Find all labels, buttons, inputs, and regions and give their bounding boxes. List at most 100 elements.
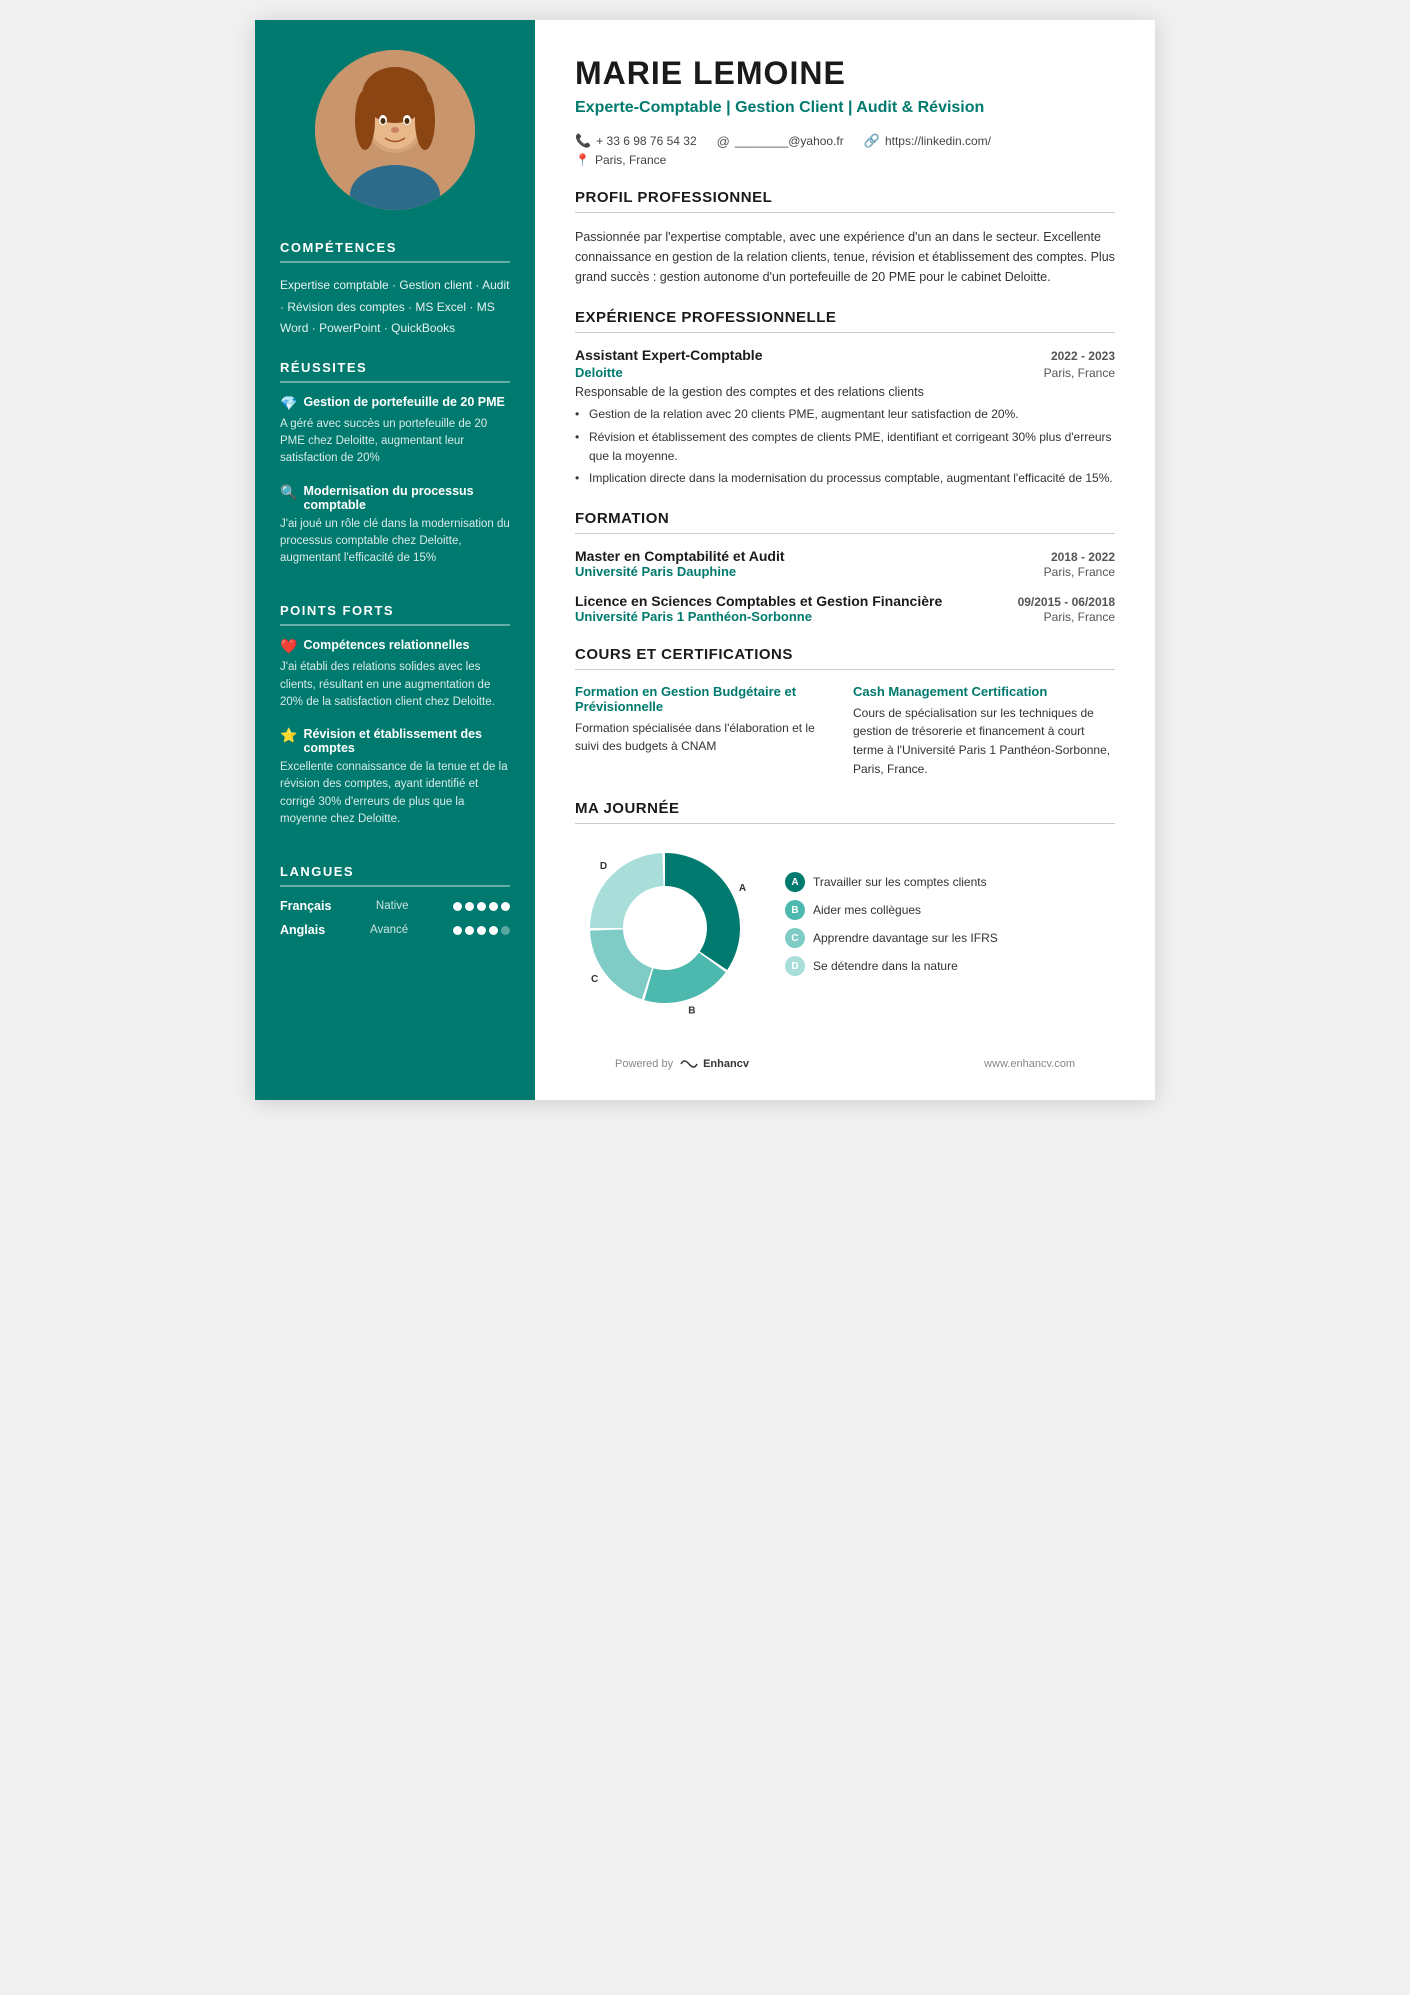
- lang-dot: [453, 926, 462, 935]
- lang-dot: [489, 926, 498, 935]
- footer: Powered by Enhancv www.enhancv.com: [575, 1038, 1115, 1070]
- achievement-item: 🔍Modernisation du processus comptable J'…: [280, 484, 510, 568]
- experience-item: Assistant Expert-Comptable 2022 - 2023 D…: [575, 347, 1115, 487]
- degree-date: 2018 - 2022: [1051, 550, 1115, 564]
- lang-dot: [501, 902, 510, 911]
- certifications-title: COURS ET CERTIFICATIONS: [575, 646, 1115, 670]
- linkedin-icon: 🔗: [864, 133, 880, 149]
- legend-item: D Se détendre dans la nature: [785, 956, 998, 976]
- formation-item: Licence en Sciences Comptables et Gestio…: [575, 593, 1115, 624]
- contact-phone: 📞 + 33 6 98 76 54 32: [575, 133, 697, 149]
- lang-dots: [453, 926, 510, 935]
- lang-dot: [501, 926, 510, 935]
- journee-section: MA JOURNÉE ABCD A Travailler sur les com…: [575, 800, 1115, 1018]
- legend-text: Apprendre davantage sur les IFRS: [813, 931, 998, 945]
- formation-section: FORMATION Master en Comptabilité et Audi…: [575, 510, 1115, 624]
- reussites-title: RÉUSSITES: [280, 360, 510, 383]
- cert-desc: Formation spécialisée dans l'élaboration…: [575, 719, 837, 756]
- location-icon: 📍: [575, 153, 590, 167]
- journee-content: ABCD A Travailler sur les comptes client…: [575, 838, 1115, 1018]
- legend-item: A Travailler sur les comptes clients: [785, 872, 998, 892]
- cert-desc: Cours de spécialisation sur les techniqu…: [853, 704, 1115, 778]
- languages-list: Français Native Anglais Avancé: [280, 899, 510, 937]
- job-date: 2022 - 2023: [1051, 349, 1115, 363]
- certifications-list: Formation en Gestion Budgétaire et Prévi…: [575, 684, 1115, 778]
- svg-text:B: B: [688, 1006, 695, 1017]
- degree-date: 09/2015 - 06/2018: [1018, 595, 1115, 609]
- contact-location: 📍 Paris, France: [575, 153, 1115, 167]
- lang-dot: [465, 926, 474, 935]
- header: MARIE LEMOINE Experte-Comptable | Gestio…: [575, 55, 1115, 167]
- formation-title: FORMATION: [575, 510, 1115, 534]
- main-content: MARIE LEMOINE Experte-Comptable | Gestio…: [535, 20, 1155, 1100]
- bullet-item: Gestion de la relation avec 20 clients P…: [575, 405, 1115, 424]
- profil-title: PROFIL PROFESSIONNEL: [575, 189, 1115, 213]
- strength-item: ❤️Compétences relationnelles J'ai établi…: [280, 638, 510, 711]
- legend-text: Travailler sur les comptes clients: [813, 875, 987, 889]
- competences-section: COMPÉTENCES Expertise comptable · Gestio…: [255, 240, 535, 360]
- svg-text:C: C: [591, 974, 598, 985]
- legend-item: B Aider mes collègues: [785, 900, 998, 920]
- cert-item: Cash Management Certification Cours de s…: [853, 684, 1115, 778]
- formation-list: Master en Comptabilité et Audit 2018 - 2…: [575, 548, 1115, 624]
- school-location: Paris, France: [1044, 610, 1115, 624]
- school-name: Université Paris Dauphine: [575, 564, 736, 579]
- footer-left: Powered by Enhancv: [615, 1058, 749, 1070]
- profil-section: PROFIL PROFESSIONNEL Passionnée par l'ex…: [575, 189, 1115, 287]
- lang-dot: [465, 902, 474, 911]
- legend-text: Se détendre dans la nature: [813, 959, 958, 973]
- school-location: Paris, France: [1044, 565, 1115, 579]
- contact-email: @ ________@yahoo.fr: [717, 133, 844, 149]
- svg-text:D: D: [600, 861, 607, 872]
- job-location: Paris, France: [1044, 366, 1115, 380]
- competences-title: COMPÉTENCES: [280, 240, 510, 263]
- competences-text: Expertise comptable · Gestion client · A…: [280, 275, 510, 340]
- formation-item: Master en Comptabilité et Audit 2018 - 2…: [575, 548, 1115, 579]
- legend-badge: A: [785, 872, 805, 892]
- legend-text: Aider mes collègues: [813, 903, 921, 917]
- legend-badge: D: [785, 956, 805, 976]
- lang-dot: [477, 926, 486, 935]
- brand-name: Enhancv: [703, 1058, 749, 1070]
- lang-dot: [477, 902, 486, 911]
- strengths-list: ❤️Compétences relationnelles J'ai établi…: [280, 638, 510, 828]
- journee-title: MA JOURNÉE: [575, 800, 1115, 824]
- company-name: Deloitte: [575, 365, 623, 380]
- profil-text: Passionnée par l'expertise comptable, av…: [575, 227, 1115, 287]
- contact-linkedin: 🔗 https://linkedin.com/: [864, 133, 991, 149]
- lang-name: Français: [280, 899, 331, 913]
- experience-list: Assistant Expert-Comptable 2022 - 2023 D…: [575, 347, 1115, 487]
- bullet-item: Révision et établissement des comptes de…: [575, 428, 1115, 465]
- language-item: Anglais Avancé: [280, 923, 510, 937]
- legend-item: C Apprendre davantage sur les IFRS: [785, 928, 998, 948]
- achievements-list: 💎Gestion de portefeuille de 20 PME A gér…: [280, 395, 510, 568]
- school-name: Université Paris 1 Panthéon-Sorbonne: [575, 609, 812, 624]
- experience-title: EXPÉRIENCE PROFESSIONNELLE: [575, 309, 1115, 333]
- job-subtitle: Responsable de la gestion des comptes et…: [575, 385, 1115, 399]
- cert-title: Cash Management Certification: [853, 684, 1115, 699]
- lang-dots: [453, 902, 510, 911]
- lang-dot: [453, 902, 462, 911]
- points-forts-title: POINTS FORTS: [280, 603, 510, 626]
- legend-badge: C: [785, 928, 805, 948]
- points-forts-section: POINTS FORTS ❤️Compétences relationnelle…: [255, 603, 535, 864]
- legend-badge: B: [785, 900, 805, 920]
- job-bullets: Gestion de la relation avec 20 clients P…: [575, 405, 1115, 487]
- achievement-item: 💎Gestion de portefeuille de 20 PME A gér…: [280, 395, 510, 468]
- reussites-section: RÉUSSITES 💎Gestion de portefeuille de 20…: [255, 360, 535, 604]
- langues-title: LANGUES: [280, 864, 510, 887]
- journee-legend: A Travailler sur les comptes clients B A…: [785, 872, 998, 984]
- email-icon: @: [717, 134, 730, 149]
- donut-segment-c: [590, 930, 652, 1000]
- candidate-name: MARIE LEMOINE: [575, 55, 1115, 92]
- footer-website: www.enhancv.com: [984, 1058, 1075, 1070]
- svg-text:A: A: [739, 883, 746, 894]
- degree-title: Licence en Sciences Comptables et Gestio…: [575, 593, 942, 609]
- enhancv-logo: Enhancv: [679, 1058, 749, 1070]
- cert-title: Formation en Gestion Budgétaire et Prévi…: [575, 684, 837, 714]
- lang-level: Native: [376, 900, 409, 912]
- powered-by-text: Powered by: [615, 1058, 673, 1070]
- certifications-section: COURS ET CERTIFICATIONS Formation en Ges…: [575, 646, 1115, 778]
- strength-item: ⭐Révision et établissement des comptes E…: [280, 727, 510, 828]
- contact-info: 📞 + 33 6 98 76 54 32 @ ________@yahoo.fr…: [575, 133, 1115, 149]
